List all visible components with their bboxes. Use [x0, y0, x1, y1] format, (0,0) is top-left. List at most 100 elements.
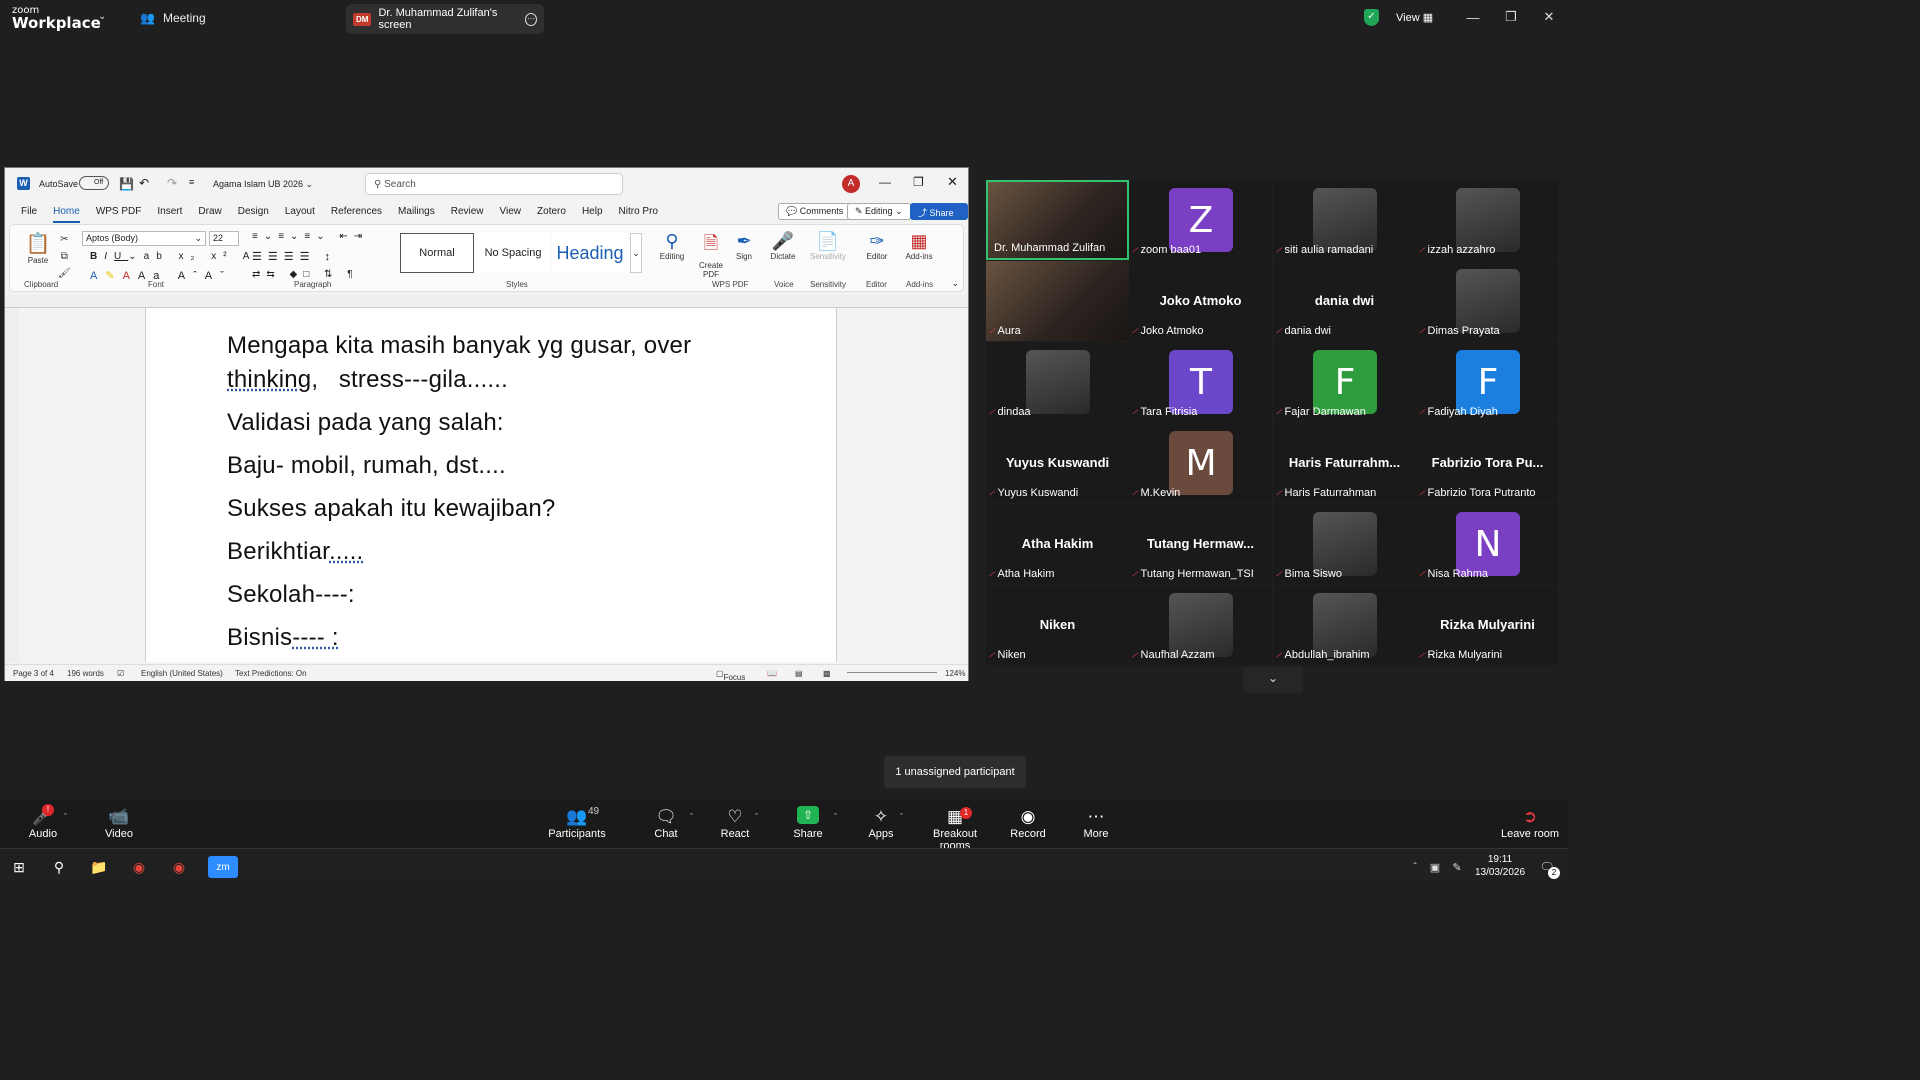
- horizontal-ruler[interactable]: [5, 295, 968, 308]
- tab-file[interactable]: File: [21, 201, 37, 223]
- sign-button[interactable]: ✒ Sign: [730, 231, 758, 261]
- tab-draw[interactable]: Draw: [198, 201, 221, 223]
- shared-screen-tab[interactable]: DM Dr. Muhammad Zulifan's screen ···: [346, 4, 544, 34]
- zoom-slider[interactable]: [847, 672, 937, 673]
- tab-help[interactable]: Help: [582, 201, 603, 223]
- tab-review[interactable]: Review: [451, 201, 484, 223]
- focus-button[interactable]: ▢ Focus: [716, 669, 745, 682]
- align-buttons[interactable]: ☰☰☰☰ ↕: [252, 250, 336, 263]
- web-layout-icon[interactable]: ▩: [823, 669, 831, 678]
- style-normal[interactable]: Normal: [400, 233, 474, 273]
- tab-wps-pdf[interactable]: WPS PDF: [96, 201, 142, 223]
- more-button[interactable]: ⋯ More: [1080, 806, 1112, 840]
- participant-tile[interactable]: Joko Atmoko ∕ Joko Atmoko: [1129, 261, 1272, 341]
- network-icon[interactable]: ▣: [1424, 856, 1446, 878]
- paragraph-tools[interactable]: ⇄⇆ ◆□ ⇅ ¶: [252, 269, 359, 280]
- participant-tile[interactable]: Dr. Muhammad Zulifan: [986, 180, 1129, 260]
- word-count[interactable]: 196 words: [67, 669, 104, 678]
- dictate-button[interactable]: 🎤 Dictate: [768, 231, 798, 261]
- chevron-down-icon[interactable]: ⌄: [98, 11, 106, 22]
- style-no-spacing[interactable]: No Spacing: [476, 233, 550, 273]
- participant-tile[interactable]: F ∕ Fadiyah Diyah: [1416, 342, 1559, 422]
- style-heading[interactable]: Heading: [552, 233, 628, 273]
- font-size-select[interactable]: 22: [209, 231, 239, 246]
- editor-button[interactable]: ✑ Editor: [862, 231, 892, 261]
- tab-zotero[interactable]: Zotero: [537, 201, 566, 223]
- chat-options-caret[interactable]: ˆ: [690, 812, 693, 822]
- search-icon[interactable]: ⚲: [48, 856, 70, 878]
- share-options-caret[interactable]: ˆ: [834, 812, 837, 822]
- leave-room-button[interactable]: ➲ Leave room: [1500, 806, 1560, 840]
- audio-options-caret[interactable]: ˆ: [64, 812, 67, 822]
- editing-mode-button[interactable]: ✎ Editing ⌄: [847, 203, 911, 220]
- copy-icon[interactable]: ⧉: [61, 251, 68, 262]
- participant-tile[interactable]: Tutang Hermaw... ∕ Tutang Hermawan_TSI: [1129, 504, 1272, 584]
- participant-tile[interactable]: ∕ dindaa: [986, 342, 1129, 422]
- save-icon[interactable]: 💾: [119, 177, 134, 191]
- styles-more-icon[interactable]: ⌄: [630, 233, 642, 273]
- minimize-icon[interactable]: —: [1454, 0, 1492, 34]
- addins-button[interactable]: ▦ Add-ins: [902, 231, 936, 261]
- restore-icon[interactable]: ❐: [1492, 0, 1530, 34]
- tab-view[interactable]: View: [500, 201, 522, 223]
- customize-icon[interactable]: ≡: [189, 177, 194, 187]
- editing-button[interactable]: ⚲ Editing: [655, 231, 689, 261]
- zoom-level[interactable]: 124%: [945, 669, 965, 678]
- comments-button[interactable]: 💬 Comments: [778, 203, 852, 220]
- print-layout-icon[interactable]: ▤: [795, 669, 803, 678]
- apps-button[interactable]: ✧ Apps: [864, 806, 898, 840]
- chrome-icon[interactable]: ◉: [128, 856, 150, 878]
- share-screen-button[interactable]: ⇧ Share: [790, 806, 826, 840]
- paste-button[interactable]: 📋 Paste: [22, 231, 54, 265]
- language[interactable]: English (United States): [141, 669, 223, 678]
- autosave-toggle[interactable]: Off: [79, 176, 109, 190]
- tab-nitro-pro[interactable]: Nitro Pro: [619, 201, 658, 223]
- participant-tile[interactable]: ∕ siti aulia ramadani: [1273, 180, 1416, 260]
- participant-tile[interactable]: M ∕ M.Kevin: [1129, 423, 1272, 503]
- participant-tile[interactable]: Haris Faturrahm... ∕ Haris Faturrahman: [1273, 423, 1416, 503]
- sensitivity-button[interactable]: 📄 Sensitivity: [808, 231, 848, 261]
- participant-tile[interactable]: Fabrizio Tora Pu... ∕ Fabrizio Tora Putran…: [1416, 423, 1559, 503]
- participant-tile[interactable]: Z ∕ zoom baa01: [1129, 180, 1272, 260]
- apps-options-caret[interactable]: ˆ: [900, 812, 903, 822]
- participant-tile[interactable]: ∕ Abdullah_ibrahim: [1273, 585, 1416, 665]
- video-button[interactable]: 📹 Video: [102, 806, 136, 840]
- share-button[interactable]: ⤴ Share ⌄: [910, 203, 968, 229]
- file-explorer-icon[interactable]: 📁: [88, 856, 110, 878]
- windows-start-icon[interactable]: ⊞: [8, 856, 30, 878]
- participant-tile[interactable]: ∕ izzah azzahro: [1416, 180, 1559, 260]
- record-button[interactable]: ◉ Record: [1010, 806, 1046, 840]
- read-mode-icon[interactable]: 📖: [767, 669, 777, 678]
- close-icon[interactable]: ✕: [947, 174, 958, 190]
- participant-tile[interactable]: T ∕ Tara Fitrisia: [1129, 342, 1272, 422]
- format-painter-icon[interactable]: 🖌: [58, 268, 71, 279]
- participant-tile[interactable]: ∕ Dimas Prayata: [1416, 261, 1559, 341]
- tab-references[interactable]: References: [331, 201, 382, 223]
- undo-icon[interactable]: ↶: [139, 176, 149, 190]
- zoom-taskbar-icon[interactable]: zm: [208, 856, 238, 878]
- breakout-rooms-button[interactable]: ▦ Breakout rooms: [918, 806, 992, 852]
- redo-icon[interactable]: ↷: [167, 176, 177, 190]
- restore-icon[interactable]: ❐: [913, 175, 924, 189]
- participant-tile[interactable]: Atha Hakim ∕ Atha Hakim: [986, 504, 1129, 584]
- clock[interactable]: 19:11 13/03/2026: [1470, 853, 1530, 879]
- font-name-select[interactable]: Aptos (Body) ⌄: [82, 231, 206, 246]
- chrome-profile-icon[interactable]: ◉: [168, 856, 190, 878]
- font-format-buttons[interactable]: BIU⌄ab x₂ x² A: [90, 251, 256, 262]
- shield-icon[interactable]: ✓: [1364, 9, 1379, 26]
- text-predictions[interactable]: Text Predictions: On: [235, 669, 307, 678]
- document-page[interactable]: Mengapa kita masih banyak yg gusar, over…: [145, 308, 837, 662]
- pen-icon[interactable]: ✎: [1446, 856, 1468, 878]
- participant-tile[interactable]: ∕ Aura: [986, 261, 1129, 341]
- minimize-icon[interactable]: —: [879, 175, 891, 189]
- participant-tile[interactable]: Rizka Mulyarini ∕ Rizka Mulyarini: [1416, 585, 1559, 665]
- vertical-ruler[interactable]: [5, 308, 19, 662]
- create-pdf-button[interactable]: 🗎 Create PDF: [694, 231, 728, 279]
- participant-tile[interactable]: N ∕ Nisa Rahma: [1416, 504, 1559, 584]
- tab-home[interactable]: Home: [53, 201, 80, 223]
- tray-overflow-icon[interactable]: ˆ: [1404, 856, 1426, 878]
- cut-icon[interactable]: ✂: [60, 234, 68, 245]
- chat-button[interactable]: 🗨 Chat: [650, 806, 682, 840]
- tab-layout[interactable]: Layout: [285, 201, 315, 223]
- view-button[interactable]: View ▦: [1396, 11, 1433, 24]
